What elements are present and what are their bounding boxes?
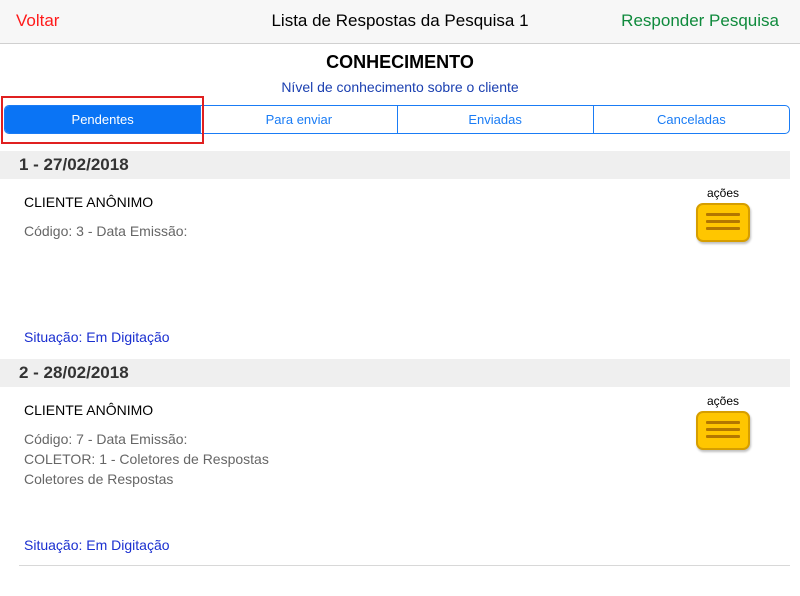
client-name[interactable]: CLIENTE ANÔNIMO [24,194,153,210]
list-divider [19,565,790,566]
actions-button[interactable]: ações [692,186,754,242]
survey-subtitle: Nível de conhecimento sobre o cliente [281,79,519,95]
response-header-label: 1 - 27/02/2018 [19,155,129,174]
menu-lines-icon[interactable] [696,203,750,242]
tab-enviadas[interactable]: Enviadas [396,106,593,133]
response-detail: Coletores de Respostas [24,471,174,487]
tab-pendentes[interactable]: Pendentes [5,106,201,133]
response-detail: Código: 7 - Data Emissão: [24,431,188,447]
response-detail: Código: 3 - Data Emissão: [24,223,188,239]
client-name[interactable]: CLIENTE ANÔNIMO [24,402,153,418]
tab-para-enviar[interactable]: Para enviar [200,106,396,133]
response-status: Situação: Em Digitação [24,329,170,345]
actions-label: ações [706,394,740,408]
response-header-label: 2 - 28/02/2018 [19,363,129,382]
response-detail: COLETOR: 1 - Coletores de Respostas [24,451,269,467]
actions-label: ações [706,186,740,200]
respond-survey-button[interactable]: Responder Pesquisa [621,11,779,31]
survey-title: CONHECIMENTO [326,52,474,72]
response-status: Situação: Em Digitação [24,537,170,553]
actions-button[interactable]: ações [692,394,754,450]
navigation-bar: Voltar Lista de Respostas da Pesquisa 1 … [0,0,800,44]
response-section-header: 1 - 27/02/2018 [0,151,790,179]
menu-lines-icon[interactable] [696,411,750,450]
response-section-header: 2 - 28/02/2018 [0,359,790,387]
tab-canceladas[interactable]: Canceladas [592,106,789,133]
status-segmented-control: Pendentes Para enviar Enviadas Cancelada… [4,105,790,134]
